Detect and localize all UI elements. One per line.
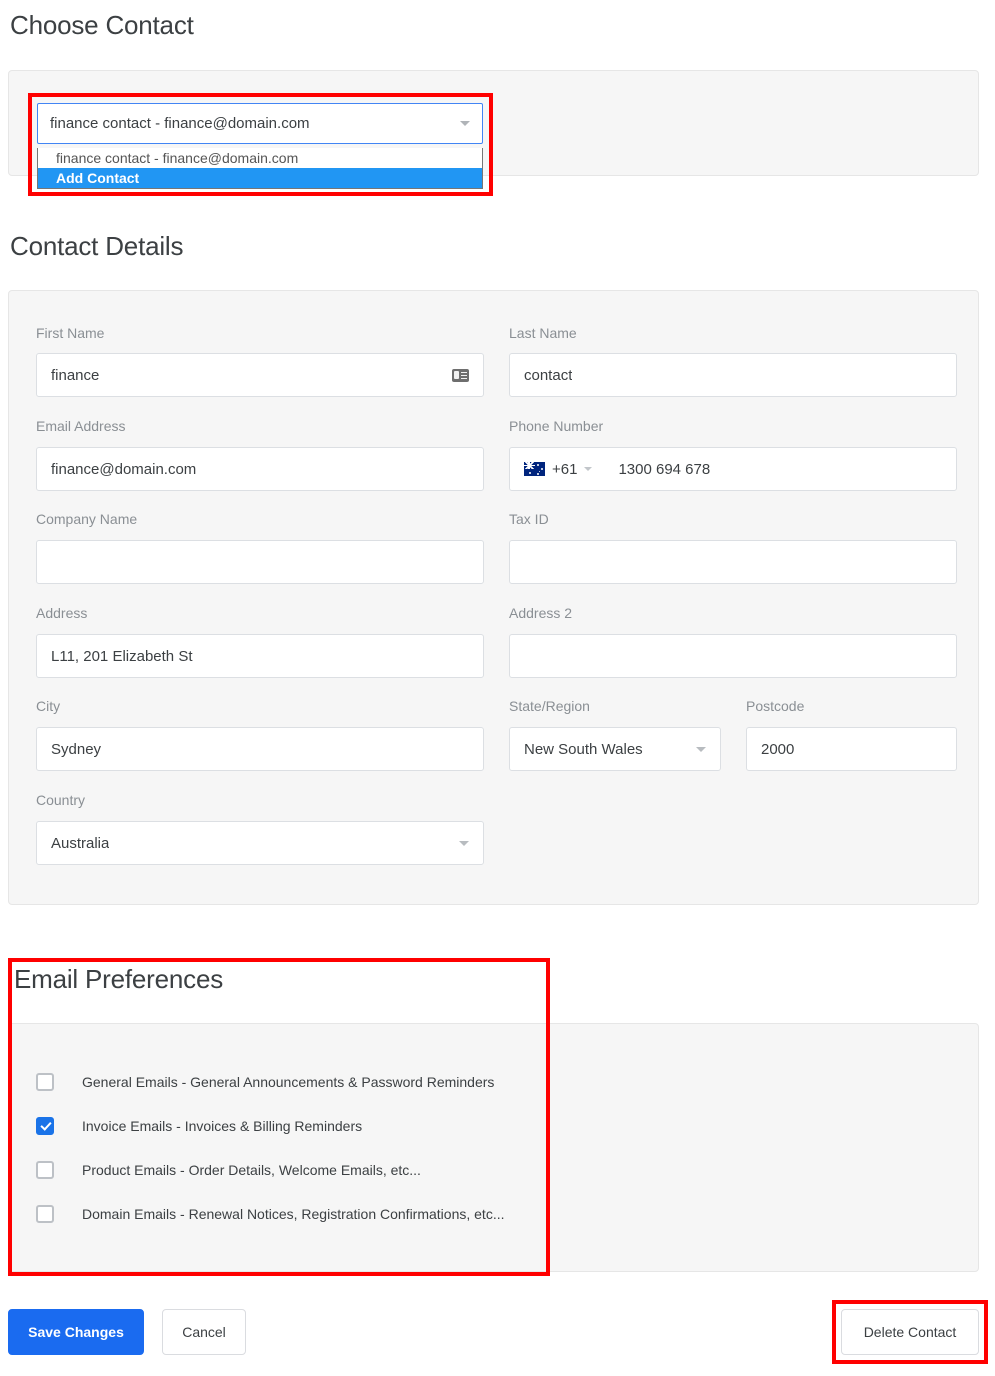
phone-country-code: +61 xyxy=(552,460,578,478)
last-name-input[interactable]: contact xyxy=(509,353,957,397)
country-label: Country xyxy=(36,792,86,808)
state-region-value: New South Wales xyxy=(524,740,643,758)
choose-contact-select[interactable]: finance contact - finance@domain.com xyxy=(37,103,483,144)
chevron-down-icon xyxy=(460,121,470,126)
address-label: Address xyxy=(36,605,88,621)
city-input[interactable]: Sydney xyxy=(36,727,484,771)
cancel-button[interactable]: Cancel xyxy=(162,1309,246,1355)
city-value: Sydney xyxy=(51,740,102,758)
first-name-label: First Name xyxy=(36,325,105,341)
phone-number-label: Phone Number xyxy=(509,418,604,434)
checkbox-label-general-emails: General Emails - General Announcements &… xyxy=(82,1074,495,1090)
chevron-down-icon xyxy=(459,840,469,846)
phone-country-selector[interactable]: +61 xyxy=(524,460,593,478)
checkbox-label-product-emails: Product Emails - Order Details, Welcome … xyxy=(82,1162,421,1178)
delete-contact-button[interactable]: Delete Contact xyxy=(841,1309,979,1355)
chevron-down-icon xyxy=(696,746,706,752)
postcode-input[interactable]: 2000 xyxy=(746,727,957,771)
email-address-input[interactable]: finance@domain.com xyxy=(36,447,484,491)
choose-contact-heading: Choose Contact xyxy=(10,10,194,40)
tax-id-input[interactable] xyxy=(509,540,957,584)
country-select[interactable]: Australia xyxy=(36,821,484,865)
postcode-label: Postcode xyxy=(746,698,805,714)
phone-number-value: 1300 694 678 xyxy=(618,460,711,478)
email-address-label: Email Address xyxy=(36,418,126,434)
state-region-select[interactable]: New South Wales xyxy=(509,727,721,771)
checkbox-row-product-emails[interactable]: Product Emails - Order Details, Welcome … xyxy=(36,1160,421,1180)
contact-details-heading: Contact Details xyxy=(10,231,184,261)
dropdown-option-add-contact[interactable]: Add Contact xyxy=(38,168,482,188)
company-name-label: Company Name xyxy=(36,511,138,527)
first-name-value: finance xyxy=(51,366,100,384)
checkbox-product-emails[interactable] xyxy=(36,1161,54,1179)
checkbox-row-domain-emails[interactable]: Domain Emails - Renewal Notices, Registr… xyxy=(36,1204,505,1224)
country-value: Australia xyxy=(51,834,110,852)
checkbox-label-domain-emails: Domain Emails - Renewal Notices, Registr… xyxy=(82,1206,505,1222)
address2-input[interactable] xyxy=(509,634,957,678)
checkbox-row-invoice-emails[interactable]: Invoice Emails - Invoices & Billing Remi… xyxy=(36,1116,362,1136)
choose-contact-dropdown[interactable]: finance contact - finance@domain.com Add… xyxy=(37,148,483,189)
email-address-value: finance@domain.com xyxy=(51,460,197,478)
checkbox-domain-emails[interactable] xyxy=(36,1205,54,1223)
checkbox-row-general-emails[interactable]: General Emails - General Announcements &… xyxy=(36,1072,494,1092)
choose-contact-selected-value: finance contact - finance@domain.com xyxy=(50,115,310,132)
chevron-down-icon xyxy=(584,467,593,471)
address2-label: Address 2 xyxy=(509,605,573,621)
last-name-value: contact xyxy=(524,366,573,384)
email-preferences-panel xyxy=(8,1023,979,1272)
tax-id-label: Tax ID xyxy=(509,511,549,527)
checkbox-general-emails[interactable] xyxy=(36,1073,54,1091)
city-label: City xyxy=(36,698,61,714)
dropdown-option-existing-contact[interactable]: finance contact - finance@domain.com xyxy=(38,148,482,168)
first-name-input[interactable]: finance xyxy=(36,353,484,397)
checkbox-invoice-emails[interactable] xyxy=(36,1117,54,1135)
last-name-label: Last Name xyxy=(509,325,577,341)
contact-settings-page: Choose Contact finance contact - finance… xyxy=(0,0,995,1376)
save-changes-button[interactable]: Save Changes xyxy=(8,1309,144,1355)
address-input[interactable]: L11, 201 Elizabeth St xyxy=(36,634,484,678)
email-preferences-heading: Email Preferences xyxy=(14,964,224,994)
company-name-input[interactable] xyxy=(36,540,484,584)
checkbox-label-invoice-emails: Invoice Emails - Invoices & Billing Remi… xyxy=(82,1118,363,1134)
contact-card-autofill-icon[interactable] xyxy=(452,368,469,382)
postcode-value: 2000 xyxy=(761,740,795,758)
state-region-label: State/Region xyxy=(509,698,590,714)
address-value: L11, 201 Elizabeth St xyxy=(51,647,193,665)
phone-number-input[interactable]: +61 1300 694 678 xyxy=(509,447,957,491)
au-flag-icon xyxy=(524,462,545,476)
